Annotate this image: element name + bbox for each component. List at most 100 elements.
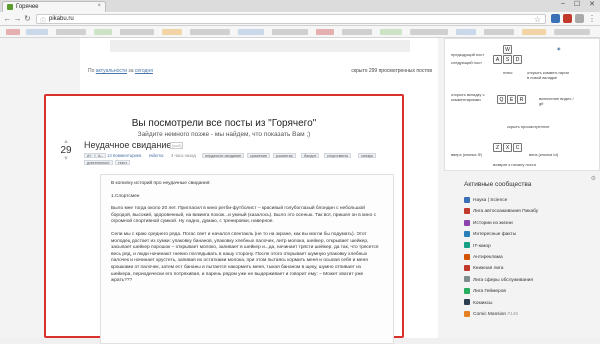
browser-toolbar: ← → ↻ ⓘ pikabu.ru ☆ ⋮	[0, 12, 600, 26]
tab-close-icon[interactable]: ×	[97, 3, 101, 9]
hotkey-down-label: вниз (кнопка Ы)	[529, 152, 559, 157]
tag[interactable]: романтик	[273, 153, 296, 158]
bookmark-item[interactable]	[6, 29, 20, 35]
key-q: Q	[497, 95, 506, 104]
community-item[interactable]: Истории из жизни	[464, 219, 598, 230]
sort-middle: за	[128, 68, 134, 74]
tab-title: Горячее	[16, 4, 39, 10]
hotkey-open-tab-label: открыть вкладку с комментариями	[451, 92, 485, 102]
community-item[interactable]: Comic Mansion #146	[464, 310, 598, 321]
bookmark-item[interactable]	[554, 29, 590, 35]
community-meta: #146	[507, 311, 519, 317]
bookmark-item[interactable]	[94, 29, 112, 35]
community-name[interactable]: Лига автосхаживания Пикабу	[473, 209, 538, 214]
bookmark-item[interactable]	[272, 29, 308, 35]
key-z: Z	[493, 143, 502, 152]
tab-bar: Горячее × – ☐ ✕	[0, 0, 600, 12]
story-paragraph: 1.Спортсмен	[111, 193, 140, 199]
hotkey-upvote-label: плюс	[503, 70, 513, 75]
hotkey-return-label: возврат к началу поста	[493, 162, 536, 167]
author-link[interactable]: twilerna	[149, 153, 163, 158]
community-name[interactable]: Книжная лига	[473, 266, 503, 271]
tag[interactable]: текст	[115, 160, 131, 165]
bookmark-item[interactable]	[342, 29, 372, 35]
bookmark-item[interactable]	[190, 29, 230, 35]
tag[interactable]: неудачное свидание	[202, 153, 245, 158]
notice-title: Вы посмотрели все посты из "Горячего"	[131, 118, 317, 129]
bookmark-item[interactable]	[162, 29, 182, 35]
extension-icon[interactable]	[563, 14, 572, 23]
key-a: A	[493, 55, 502, 64]
bookmark-star-icon[interactable]: ☆	[534, 15, 541, 24]
post-meta-row: А+ А– 13 Комментариев twilerna 4 часа на…	[84, 152, 402, 166]
key-x: X	[503, 143, 512, 152]
address-bar[interactable]: ⓘ pikabu.ru ☆	[36, 14, 546, 25]
community-name[interactable]: Лига сферы обслуживания	[473, 278, 533, 283]
bookmark-item[interactable]	[410, 29, 448, 35]
community-name[interactable]: Comic Mansion	[473, 312, 506, 317]
forward-arrow-icon[interactable]: →	[13, 14, 22, 23]
reload-icon[interactable]: ↻	[23, 14, 32, 23]
communities-heading: Активные сообщества	[464, 181, 532, 188]
community-item[interactable]: Лига сферы обслуживания	[464, 276, 598, 287]
bookmark-item[interactable]	[456, 29, 476, 35]
tag[interactable]: хипарь	[358, 153, 377, 158]
community-item[interactable]: Книжная лига	[464, 264, 598, 275]
close-window-button[interactable]: ✕	[585, 0, 599, 8]
community-icon	[464, 196, 470, 203]
post-title[interactable]: Неудачное свидание	[84, 140, 171, 150]
tag[interactable]: спортсмены	[324, 153, 352, 158]
community-item[interactable]: IT-юмор	[464, 242, 598, 253]
community-name[interactable]: Истории из жизни	[473, 221, 513, 226]
settings-gear-icon[interactable]: ⚙	[591, 175, 596, 182]
tag[interactable]: сражение	[247, 153, 271, 158]
font-increase-button[interactable]: А+	[84, 153, 95, 158]
tag[interactable]: бандит	[301, 153, 320, 158]
sort-link[interactable]: актуальности	[96, 68, 127, 74]
comments-link[interactable]: 13 Комментариев	[107, 153, 141, 158]
page-info-icon[interactable]: ⓘ	[40, 16, 46, 25]
bookmark-item[interactable]	[26, 29, 48, 35]
community-icon	[464, 287, 470, 294]
hotkey-video-label: включение видео / gif	[539, 96, 574, 106]
minimize-button[interactable]: –	[556, 0, 570, 7]
hidden-posts-count[interactable]: скрыто 299 просмотренных постов	[351, 68, 432, 74]
browser-tab[interactable]: Горячее ×	[2, 1, 106, 12]
bookmark-item[interactable]	[484, 29, 514, 35]
community-item[interactable]: Лига Геймеров	[464, 287, 598, 298]
font-decrease-button[interactable]: А–	[95, 153, 106, 158]
key-r: R	[517, 95, 526, 104]
downvote-arrow-icon[interactable]: ▼	[63, 156, 69, 162]
community-name[interactable]: IT-юмор	[473, 244, 491, 249]
community-item[interactable]: Антиреклама	[464, 253, 598, 264]
community-name[interactable]: Антиреклама	[473, 255, 503, 260]
bookmark-item[interactable]	[522, 29, 546, 35]
bookmark-item[interactable]	[120, 29, 154, 35]
community-item[interactable]: Лига автосхаживания Пикабу	[464, 207, 598, 218]
community-name[interactable]: Наука | Science	[473, 198, 507, 203]
community-icon	[464, 208, 470, 215]
sort-prefix: По	[88, 68, 95, 74]
period-link[interactable]: сегодня	[135, 68, 153, 74]
tag[interactable]: длинннопост	[84, 160, 113, 165]
extension-icon[interactable]	[551, 14, 560, 23]
bookmark-item[interactable]	[238, 29, 264, 35]
community-icon	[464, 299, 470, 306]
back-arrow-icon[interactable]: ←	[3, 14, 12, 23]
extension-icon[interactable]	[575, 14, 584, 23]
community-item[interactable]: Комиксы	[464, 299, 598, 310]
url-text[interactable]: pikabu.ru	[49, 16, 74, 22]
communities-list: Наука | Science Лига автосхаживания Пика…	[464, 196, 598, 321]
key-s: S	[503, 55, 512, 64]
bookmark-item[interactable]	[56, 29, 86, 35]
community-name[interactable]: Комиксы	[473, 301, 492, 306]
bookmark-item[interactable]	[316, 29, 334, 35]
maximize-button[interactable]: ☐	[570, 0, 584, 8]
community-name[interactable]: Интересные факты	[473, 232, 516, 237]
community-name[interactable]: Лига Геймеров	[473, 289, 506, 294]
browser-menu-icon[interactable]: ⋮	[588, 14, 596, 23]
bookmark-item[interactable]	[380, 29, 402, 35]
community-icon	[464, 230, 470, 237]
community-item[interactable]: Наука | Science	[464, 196, 598, 207]
community-item[interactable]: Интересные факты	[464, 230, 598, 241]
